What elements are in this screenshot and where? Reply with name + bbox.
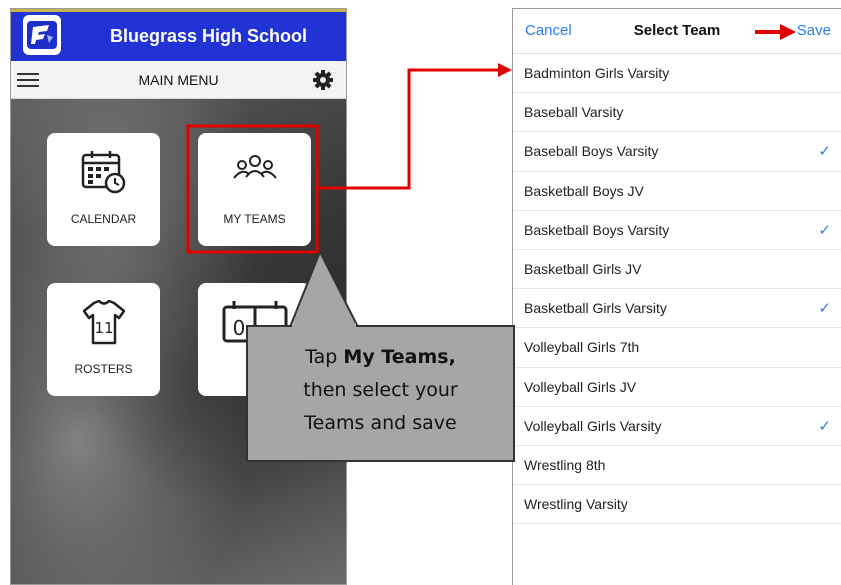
highlight-box [186,124,319,254]
callout-pointer [288,249,360,328]
callout-line-1: Tap My Teams, [305,346,456,368]
save-arrowhead-icon [780,24,796,40]
arrowhead-icon [498,63,512,77]
callout-line-3: Teams and save [304,412,457,434]
callout-line-2: then select your [303,379,458,401]
connector-arrow [317,68,498,190]
instruction-callout: Tap My Teams, then select your Teams and… [246,325,515,462]
annotation-overlay [186,24,796,328]
callout-joint [292,323,356,328]
